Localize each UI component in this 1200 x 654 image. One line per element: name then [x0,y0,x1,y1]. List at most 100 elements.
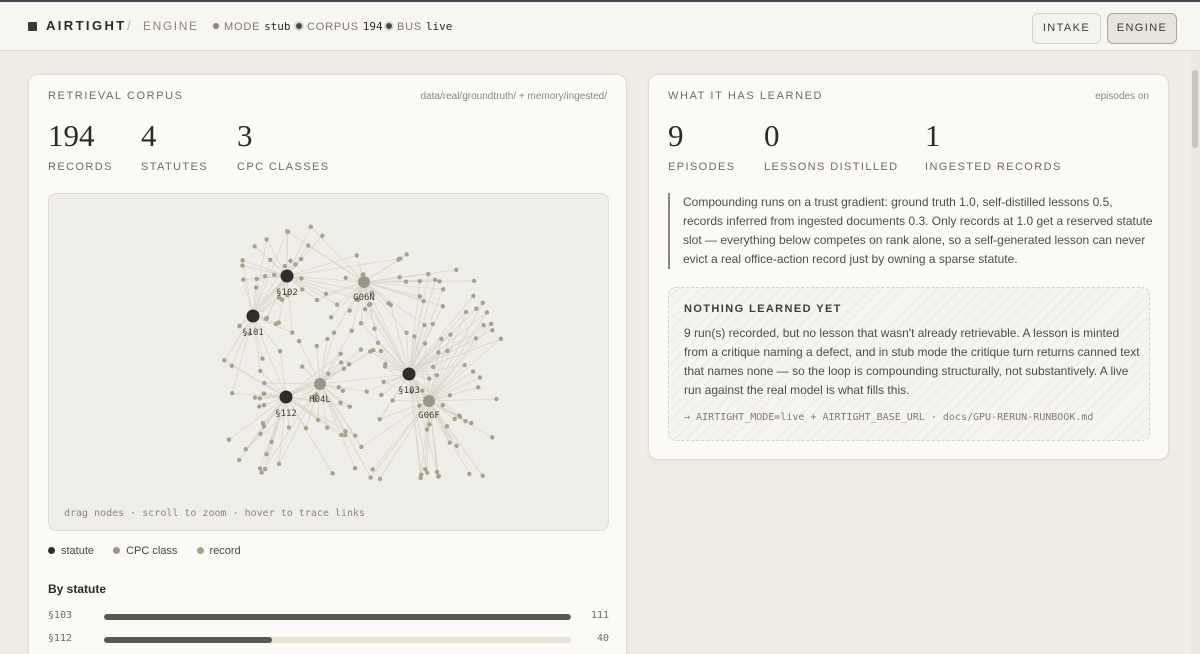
record-node[interactable] [404,330,409,335]
record-node[interactable] [257,466,263,471]
record-node[interactable] [262,274,268,279]
record-node[interactable] [440,287,446,292]
record-node[interactable] [480,300,485,306]
record-node[interactable] [469,420,474,426]
statute-node[interactable] [402,367,416,381]
record-node[interactable] [417,278,423,284]
record-node[interactable] [427,376,432,381]
record-node[interactable] [240,258,245,263]
record-node[interactable] [229,363,235,368]
record-node[interactable] [481,323,486,328]
record-node[interactable] [252,244,257,249]
record-node[interactable] [331,330,337,335]
record-node[interactable] [430,321,436,327]
record-node[interactable] [258,368,263,374]
statute-node[interactable] [280,269,294,283]
record-node[interactable] [421,298,426,304]
record-node[interactable] [257,396,262,401]
record-node[interactable] [432,277,438,282]
record-node[interactable] [439,336,444,342]
record-node[interactable] [299,364,305,369]
record-node[interactable] [397,275,402,280]
record-node[interactable] [378,348,384,354]
record-node[interactable] [470,369,476,374]
record-node[interactable] [343,275,348,281]
record-node[interactable] [315,417,321,423]
record-node[interactable] [261,424,267,429]
record-node[interactable] [377,476,383,482]
record-node[interactable] [237,457,242,463]
record-node[interactable] [338,400,343,405]
record-node[interactable] [347,308,352,313]
record-node[interactable] [253,285,259,290]
record-node[interactable] [320,233,325,238]
record-node[interactable] [467,471,472,477]
graph-canvas[interactable]: §102 §101 §112 §103 G06N H04L G06F [49,194,609,531]
record-node[interactable] [325,336,330,342]
record-node[interactable] [269,439,274,445]
record-node[interactable] [222,358,227,363]
record-node[interactable] [447,393,453,398]
record-node[interactable] [293,262,298,267]
record-node[interactable] [288,258,293,264]
record-node[interactable] [258,431,263,437]
record-node[interactable] [417,403,422,408]
record-node[interactable] [230,391,235,396]
record-node[interactable] [262,380,267,386]
record-node[interactable] [476,385,481,390]
page-scrollbar[interactable] [1190,52,1200,654]
record-node[interactable] [282,263,287,269]
statute-node[interactable] [246,309,260,323]
record-node[interactable] [425,470,430,475]
record-node[interactable] [268,257,273,263]
record-node[interactable] [299,276,304,281]
nav-intake-button[interactable]: INTAKE [1032,13,1101,44]
record-node[interactable] [471,293,476,299]
record-node[interactable] [484,310,490,315]
record-node[interactable] [440,402,446,408]
record-node[interactable] [338,351,343,356]
record-node[interactable] [417,294,422,299]
statute-node[interactable] [279,390,293,404]
record-node[interactable] [436,474,441,479]
record-node[interactable] [452,416,457,422]
record-node[interactable] [240,263,245,268]
record-node[interactable] [445,348,450,354]
record-node[interactable] [498,336,504,342]
record-node[interactable] [490,435,495,440]
record-node[interactable] [463,309,469,315]
nav-engine-button[interactable]: ENGINE [1107,13,1177,44]
record-node[interactable] [329,315,334,320]
record-node[interactable] [375,340,381,346]
record-node[interactable] [298,256,304,262]
record-node[interactable] [340,388,346,394]
record-node[interactable] [259,470,264,475]
record-node[interactable] [261,391,266,396]
record-node[interactable] [454,443,459,448]
record-node[interactable] [366,302,372,308]
record-node[interactable] [370,467,375,472]
record-node[interactable] [379,392,384,398]
record-node[interactable] [264,237,269,242]
record-node[interactable] [463,418,468,424]
record-node[interactable] [303,425,309,431]
record-node[interactable] [388,302,393,308]
record-node[interactable] [382,364,388,369]
record-node[interactable] [490,327,495,333]
record-node[interactable] [341,366,346,371]
record-node[interactable] [276,320,281,325]
record-node[interactable] [300,287,305,292]
record-node[interactable] [477,375,483,380]
record-node[interactable] [314,297,320,303]
record-node[interactable] [349,328,354,333]
record-node[interactable] [308,224,313,229]
cpc-class-node[interactable] [314,378,326,390]
record-node[interactable] [339,432,344,438]
record-node[interactable] [368,349,373,354]
record-node[interactable] [254,276,259,282]
record-node[interactable] [434,372,440,378]
record-node[interactable] [263,466,268,472]
scrollbar-thumb[interactable] [1192,70,1198,148]
record-node[interactable] [473,336,479,341]
record-node[interactable] [284,229,290,234]
